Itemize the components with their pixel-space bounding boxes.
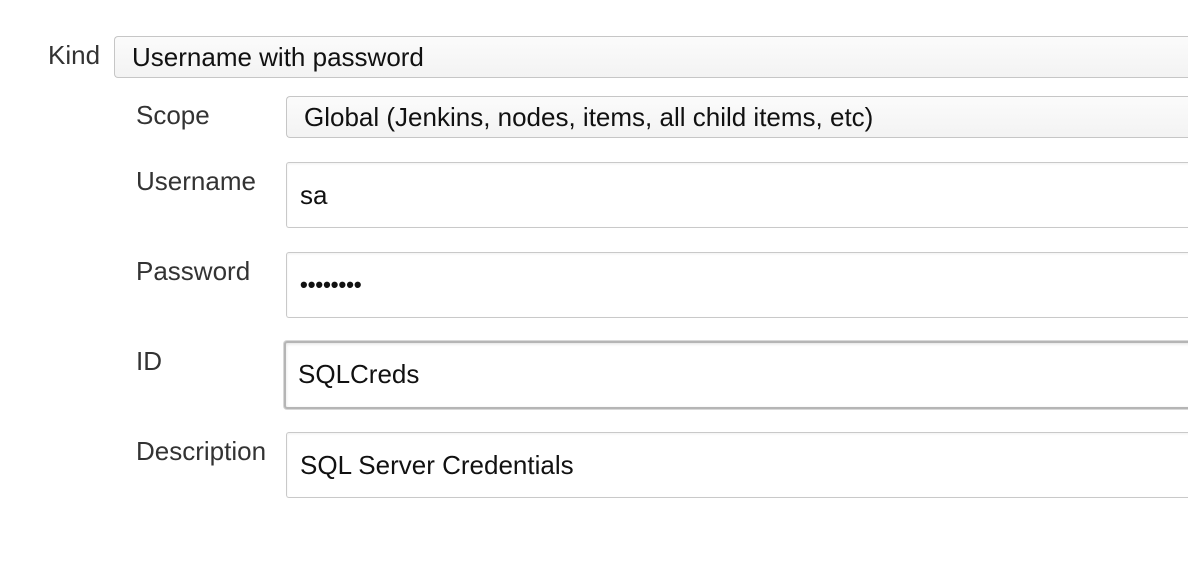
kind-select[interactable]: Username with password	[114, 36, 1188, 78]
username-input[interactable]: sa	[286, 162, 1188, 228]
kind-label: Kind	[48, 40, 101, 70]
scope-label: Scope	[136, 100, 210, 130]
username-label: Username	[136, 166, 256, 196]
id-input[interactable]: SQLCreds	[284, 341, 1188, 409]
password-label: Password	[136, 256, 251, 286]
description-label: Description	[136, 436, 267, 466]
description-input[interactable]: SQL Server Credentials	[286, 432, 1188, 498]
scope-select[interactable]: Global (Jenkins, nodes, items, all child…	[286, 96, 1188, 138]
id-label: ID	[136, 346, 162, 376]
password-input[interactable]: ••••••••	[286, 252, 1188, 318]
